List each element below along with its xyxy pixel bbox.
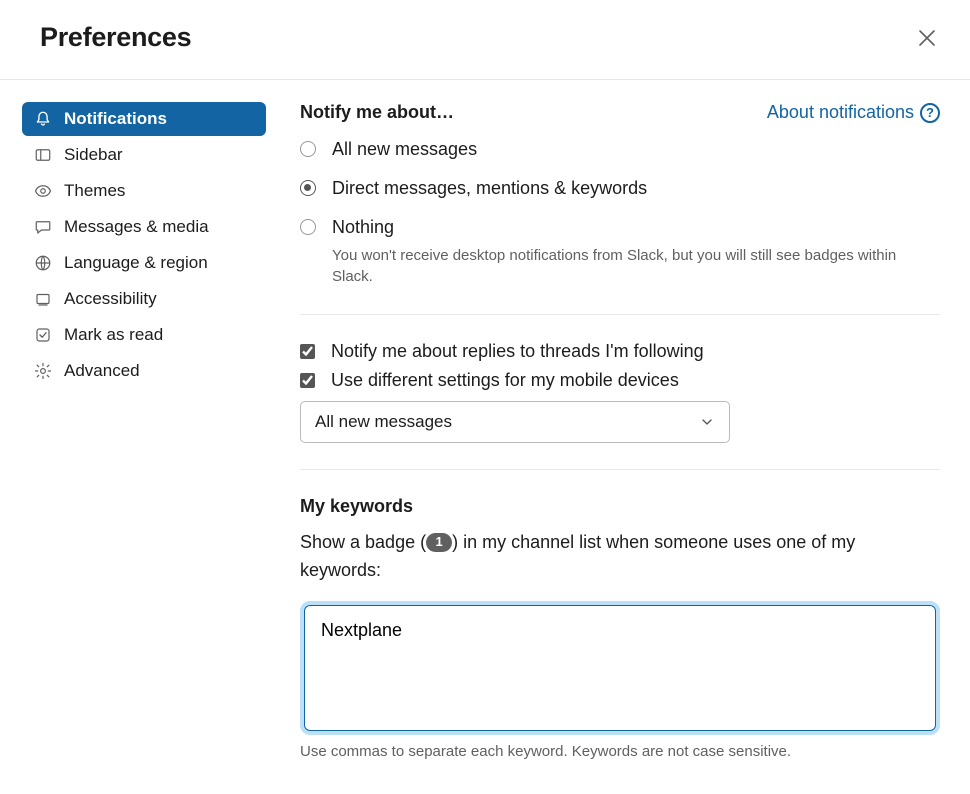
help-icon: ? (920, 103, 940, 123)
radio-all-messages[interactable] (300, 141, 316, 157)
mobile-notification-select[interactable]: All new messages (300, 401, 730, 443)
radio-all-label: All new messages (332, 137, 477, 162)
radio-nothing-desc: You won't receive desktop notifications … (332, 245, 940, 289)
radio-nothing[interactable] (300, 219, 316, 235)
sidebar: Notifications Sidebar Themes Messages & … (0, 80, 280, 789)
sidebar-item-label: Messages & media (64, 217, 209, 237)
keywords-textarea-wrapper (300, 601, 940, 735)
globe-icon (34, 254, 52, 272)
sidebar-item-label: Language & region (64, 253, 208, 273)
chevron-down-icon (699, 414, 715, 430)
checkbox-mobile-label: Use different settings for my mobile dev… (331, 370, 679, 391)
radio-dm-mentions[interactable] (300, 180, 316, 196)
sidebar-item-notifications[interactable]: Notifications (22, 102, 266, 136)
select-value: All new messages (315, 412, 452, 432)
keywords-description: Show a badge (1) in my channel list when… (300, 529, 940, 585)
sidebar-item-label: Accessibility (64, 289, 157, 309)
close-icon (918, 29, 936, 47)
badge-count: 1 (426, 533, 452, 552)
radio-row-all[interactable]: All new messages (300, 137, 940, 162)
check-square-icon (34, 326, 52, 344)
sidebar-item-mark-as-read[interactable]: Mark as read (22, 318, 266, 352)
about-link-label: About notifications (767, 102, 914, 123)
radio-dm-label: Direct messages, mentions & keywords (332, 176, 647, 201)
checkbox-thread-label: Notify me about replies to threads I'm f… (331, 341, 704, 362)
sidebar-layout-icon (34, 146, 52, 164)
check-row-mobile[interactable]: Use different settings for my mobile dev… (300, 370, 940, 391)
divider (300, 469, 940, 470)
gear-icon (34, 362, 52, 380)
main-panel: Notify me about… About notifications ? A… (280, 80, 970, 789)
page-title: Preferences (40, 22, 191, 53)
eye-icon (34, 182, 52, 200)
sidebar-item-advanced[interactable]: Advanced (22, 354, 266, 388)
sidebar-item-label: Sidebar (64, 145, 123, 165)
radio-row-nothing[interactable]: Nothing You won't receive desktop notifi… (300, 215, 940, 288)
notify-section-title: Notify me about… (300, 102, 454, 123)
sidebar-item-accessibility[interactable]: Accessibility (22, 282, 266, 316)
close-button[interactable] (914, 25, 940, 51)
sidebar-item-themes[interactable]: Themes (22, 174, 266, 208)
radio-row-dm[interactable]: Direct messages, mentions & keywords (300, 176, 940, 201)
sidebar-item-sidebar[interactable]: Sidebar (22, 138, 266, 172)
chat-icon (34, 218, 52, 236)
accessibility-icon (34, 290, 52, 308)
check-row-threads[interactable]: Notify me about replies to threads I'm f… (300, 341, 940, 362)
keywords-input[interactable] (304, 605, 936, 731)
keywords-hint: Use commas to separate each keyword. Key… (300, 743, 940, 760)
sidebar-item-label: Notifications (64, 109, 167, 129)
sidebar-item-label: Themes (64, 181, 125, 201)
checkbox-mobile-settings[interactable] (300, 373, 315, 388)
sidebar-item-label: Advanced (64, 361, 140, 381)
bell-icon (34, 110, 52, 128)
radio-nothing-label: Nothing (332, 215, 940, 240)
keywords-title: My keywords (300, 496, 940, 517)
window-header: Preferences (0, 0, 970, 80)
sidebar-item-messages-media[interactable]: Messages & media (22, 210, 266, 244)
sidebar-item-label: Mark as read (64, 325, 163, 345)
sidebar-item-language-region[interactable]: Language & region (22, 246, 266, 280)
about-notifications-link[interactable]: About notifications ? (767, 102, 940, 123)
divider (300, 314, 940, 315)
checkbox-thread-replies[interactable] (300, 344, 315, 359)
